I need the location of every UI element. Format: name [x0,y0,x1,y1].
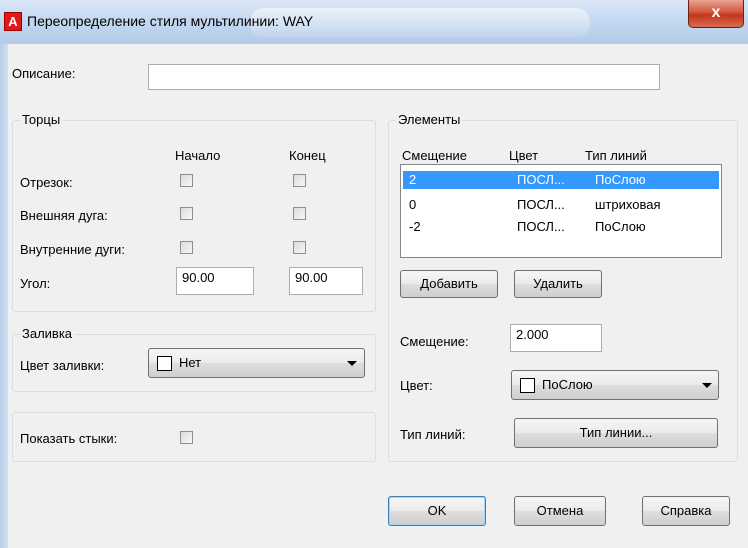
elements-col-color: Цвет [509,148,539,163]
caps-col-start: Начало [175,148,221,163]
inner-arcs-end-checkbox[interactable] [293,241,306,254]
angle-end-input[interactable]: 90.00 [289,267,363,295]
element-offset: -2 [409,219,421,234]
chevron-down-icon [702,383,712,388]
caps-col-end: Конец [289,148,326,163]
close-icon: x [711,4,721,21]
element-offset: 0 [409,197,417,212]
offset-label: Смещение: [400,334,469,349]
show-joints-checkbox[interactable] [180,431,193,444]
inner-arcs-start-checkbox[interactable] [180,241,193,254]
list-item[interactable]: -2 ПОСЛ... ПоСлою [403,218,719,236]
line-start-checkbox[interactable] [180,174,193,187]
element-linetype: ПоСлою [595,219,646,234]
fill-color-value: Нет [179,355,202,370]
offset-input[interactable]: 2.000 [510,324,602,352]
linetype-label: Тип линий: [400,427,466,442]
outer-arc-label: Внешняя дуга: [20,208,108,223]
autocad-app-icon: A [4,12,22,31]
outer-arc-start-checkbox[interactable] [180,207,193,220]
element-color-swatch [520,378,535,393]
list-item[interactable]: 0 ПОСЛ... штриховая [403,196,719,214]
list-item[interactable]: 2 ПОСЛ... ПоСлою [403,171,719,189]
element-color-label: Цвет: [400,378,433,393]
fill-group-title: Заливка [20,326,75,341]
linetype-button[interactable]: Тип линии... [514,418,718,448]
angle-label: Угол: [20,276,51,291]
window-left-frame [0,44,8,548]
element-color: ПОСЛ... [517,219,565,234]
help-button[interactable]: Справка [642,496,730,526]
element-color-value: ПоСлою [542,377,593,392]
elements-group-title: Элементы [396,112,463,127]
elements-col-offset: Смещение [402,148,468,163]
fill-color-dropdown[interactable]: Нет [148,348,365,378]
show-joints-label: Показать стыки: [20,431,118,446]
title-bar[interactable]: A Переопределение стиля мультилинии: WAY… [0,0,748,44]
window-title: Переопределение стиля мультилинии: WAY [27,13,314,29]
line-end-checkbox[interactable] [293,174,306,187]
elements-list[interactable]: 2 ПОСЛ... ПоСлою 0 ПОСЛ... штриховая -2 … [400,164,722,258]
add-element-button[interactable]: Добавить [400,270,498,298]
outer-arc-end-checkbox[interactable] [293,207,306,220]
line-cap-label: Отрезок: [20,175,73,190]
caps-group-title: Торцы [20,112,63,127]
description-label: Описание: [12,66,76,81]
chevron-down-icon [347,361,357,366]
element-color: ПОСЛ... [517,197,565,212]
delete-element-button[interactable]: Удалить [514,270,602,298]
dialog-body: Описание: Торцы Начало Конец Отрезок: Вн… [8,44,748,548]
close-button[interactable]: x [688,0,744,28]
element-offset: 2 [409,172,417,187]
elements-col-linetype: Тип линий [585,148,647,163]
description-input[interactable] [148,64,660,90]
ok-button[interactable]: OK [388,496,486,526]
cancel-button[interactable]: Отмена [514,496,606,526]
angle-start-input[interactable]: 90.00 [176,267,254,295]
element-linetype: ПоСлою [595,172,646,187]
fill-color-swatch [157,356,172,371]
element-color-dropdown[interactable]: ПоСлою [511,370,719,400]
element-color: ПОСЛ... [517,172,565,187]
inner-arcs-label: Внутренние дуги: [20,242,125,257]
fill-color-label: Цвет заливки: [20,358,105,373]
element-linetype: штриховая [595,197,661,212]
